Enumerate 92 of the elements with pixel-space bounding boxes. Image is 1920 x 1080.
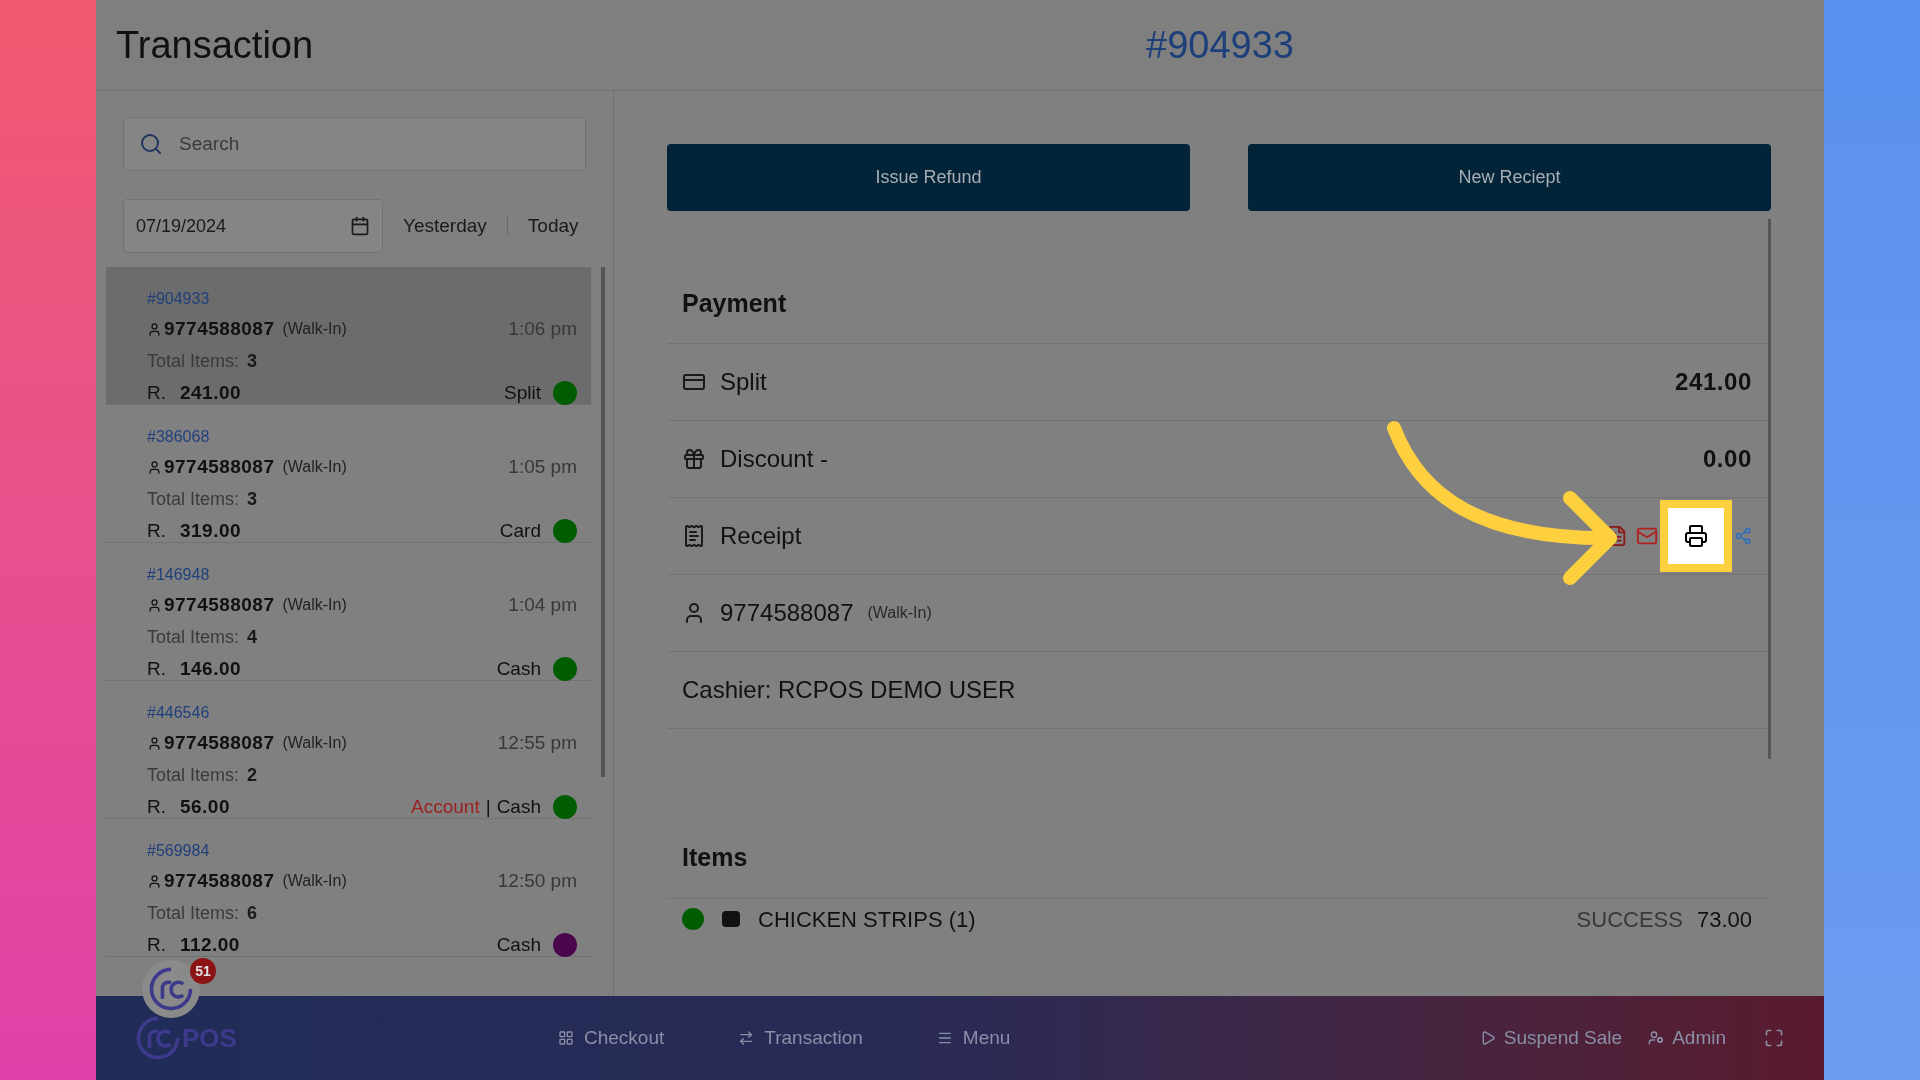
payment-method: Cash	[496, 656, 541, 681]
row-value: 241.00	[1675, 366, 1752, 397]
row-label: Receipt	[720, 520, 802, 551]
customer-phone: 9774588087	[164, 317, 275, 341]
items-label: Total Items:	[147, 625, 240, 649]
nav-item[interactable]: Menu	[934, 1023, 1013, 1053]
payment-method: Cash	[496, 794, 541, 819]
row-label: Cashier: RCPOS DEMO USER	[682, 674, 1016, 705]
transaction-time: 1:04 pm	[508, 593, 577, 617]
transaction-time: 12:50 pm	[497, 869, 577, 893]
items-label: Total Items:	[147, 487, 240, 511]
customer-type: (Walk-In)	[282, 457, 347, 478]
item-amount: 73.00	[1696, 905, 1752, 934]
search-field[interactable]: Search	[123, 117, 586, 171]
user-icon	[147, 321, 162, 337]
transaction-id: #386068	[147, 427, 210, 447]
action-button[interactable]: Issue Refund	[667, 144, 1190, 211]
nav-item[interactable]: Checkout	[556, 1023, 667, 1053]
section-title: Items	[682, 842, 748, 871]
customer-phone: 9774588087	[164, 869, 275, 893]
logo-icon	[136, 1016, 180, 1060]
customer-phone: 9774588087	[164, 455, 275, 479]
row-label: Split	[720, 366, 767, 397]
search-icon	[139, 132, 163, 156]
action-button[interactable]: New Reciept	[1248, 144, 1771, 211]
currency-label: R.	[147, 794, 166, 819]
currency-label: R.	[147, 518, 166, 543]
currency-label: R.	[147, 932, 166, 957]
transaction-amount: 112.00	[180, 932, 240, 957]
item-status: SUCCESS	[1576, 905, 1683, 934]
user-icon	[147, 873, 162, 889]
fullscreen-icon[interactable]	[1764, 1028, 1784, 1048]
customer-type: (Walk-In)	[282, 595, 347, 616]
swap-icon	[738, 1030, 755, 1046]
payment-method: Account	[411, 794, 480, 819]
customer-type: (Walk-In)	[282, 733, 347, 754]
nav-item[interactable]: Admin	[1648, 1023, 1726, 1053]
row-value: 0.00	[1702, 443, 1752, 474]
menu-icon	[936, 1030, 953, 1046]
row-label: Discount -	[720, 443, 829, 474]
date-shortcut[interactable]: Today	[521, 211, 585, 241]
scrollbar[interactable]	[1768, 219, 1771, 759]
transaction-id: #446546	[147, 703, 210, 723]
items-label: Total Items:	[147, 901, 240, 925]
items-count: 6	[247, 901, 258, 925]
items-count: 3	[247, 349, 258, 373]
calendar-icon	[350, 216, 370, 236]
items-count: 2	[247, 763, 258, 787]
customer-type: (Walk-In)	[867, 602, 932, 623]
items-label: Total Items:	[147, 763, 240, 787]
item-square-icon	[722, 911, 740, 927]
date-shortcut[interactable]: Yesterday	[397, 211, 493, 241]
user-icon	[1648, 1030, 1665, 1046]
printer-icon[interactable]	[1684, 523, 1708, 548]
transaction-id: #146948	[147, 565, 210, 585]
pdf-icon[interactable]	[1606, 524, 1628, 547]
receipt-icon	[682, 523, 706, 548]
transaction-time: 1:05 pm	[508, 455, 577, 479]
date-field[interactable]: 07/19/2024	[123, 199, 383, 253]
items-count: 4	[247, 625, 258, 649]
transaction-number: #904933	[1146, 22, 1294, 68]
transaction-amount: 146.00	[180, 656, 241, 681]
transaction-id: #569984	[147, 841, 210, 861]
customer-phone: 9774588087	[164, 593, 275, 617]
scrollbar[interactable]	[601, 267, 605, 777]
section-title: Payment	[682, 289, 787, 317]
currency-label: R.	[147, 380, 166, 405]
transaction-id: #904933	[147, 289, 210, 309]
transaction-time: 12:55 pm	[497, 731, 577, 755]
nav-item[interactable]: Transaction	[736, 1023, 865, 1053]
customer-type: (Walk-In)	[282, 319, 347, 340]
row-label: 9774588087	[720, 597, 854, 628]
user-icon	[147, 597, 162, 613]
item-name: CHICKEN STRIPS (1)	[758, 905, 976, 934]
currency-label: R.	[147, 656, 166, 681]
nav-item[interactable]: Suspend Sale	[1479, 1023, 1623, 1053]
payment-method: Split	[504, 380, 541, 405]
transaction-amount: 319.00	[180, 518, 241, 543]
page-title: Transaction	[116, 22, 315, 68]
logo-icon	[149, 967, 193, 1011]
customer-type: (Walk-In)	[282, 871, 347, 892]
transaction-amount: 56.00	[180, 794, 230, 819]
customer-phone: 9774588087	[164, 731, 275, 755]
payment-method: Card	[499, 518, 541, 543]
transaction-amount: 241.00	[180, 380, 241, 405]
user-icon	[147, 735, 162, 751]
items-count: 3	[247, 487, 258, 511]
payment-method: Cash	[496, 932, 541, 957]
grid-icon	[558, 1030, 574, 1046]
user-icon	[147, 459, 162, 475]
separator-text: |	[485, 794, 491, 819]
gift-icon	[682, 446, 706, 471]
